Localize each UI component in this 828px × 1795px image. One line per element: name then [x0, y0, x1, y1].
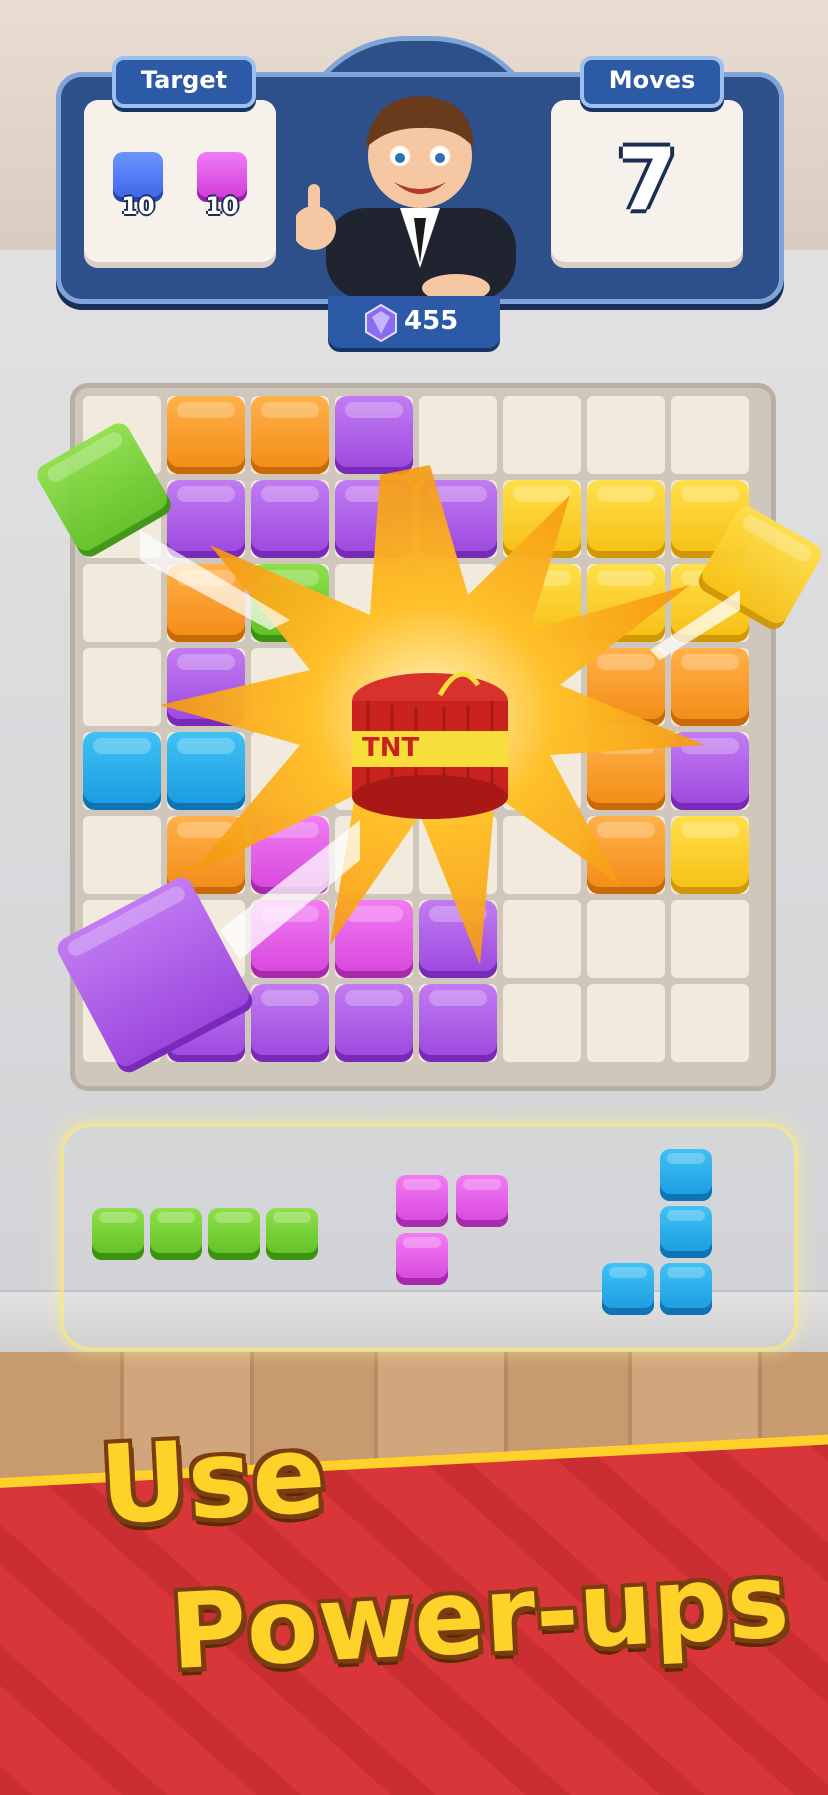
tray-pink-block [396, 1233, 448, 1285]
purple-block [335, 984, 413, 1062]
target-blue-count: 10 [121, 192, 155, 220]
board-cell[interactable] [503, 984, 581, 1062]
moves-label: Moves [580, 56, 724, 108]
purple-block [251, 984, 329, 1062]
board-cell[interactable] [587, 984, 665, 1062]
tray-blue-block [660, 1206, 712, 1258]
tray-green-block [92, 1208, 144, 1260]
tray-green-block [208, 1208, 260, 1260]
headline-line-1: Use [96, 1412, 329, 1549]
gem-icon [365, 304, 397, 342]
green-block-trail [140, 530, 290, 630]
tray-blue-block [660, 1263, 712, 1315]
tnt-label: TNT [362, 733, 420, 763]
target-label: Target [112, 56, 256, 108]
game-scene: Target Moves 10 10 7 455 TNT Use Power-u… [0, 0, 828, 1795]
moves-value: 7 [617, 130, 677, 230]
character-mascot-icon [296, 96, 516, 300]
board-cell[interactable] [671, 984, 749, 1062]
tray-green-block [266, 1208, 318, 1260]
purple-block [419, 984, 497, 1062]
tray-pink-block [396, 1175, 448, 1227]
target-pink-count: 10 [205, 192, 239, 220]
tray-blue-block [602, 1263, 654, 1315]
yellow-block-trail [650, 590, 740, 660]
tray-pink-block [456, 1175, 508, 1227]
tray-blue-block [660, 1149, 712, 1201]
tray-green-block [150, 1208, 202, 1260]
gem-count: 455 [404, 306, 459, 336]
purple-block-trail [220, 820, 360, 960]
